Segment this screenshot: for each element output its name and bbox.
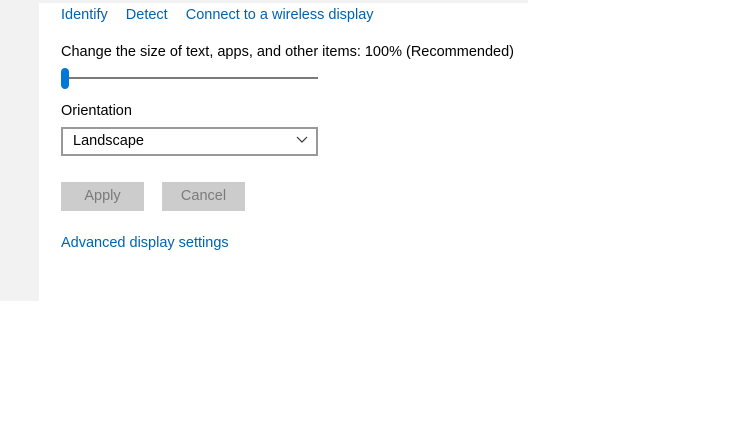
- cancel-button[interactable]: Cancel: [162, 182, 245, 211]
- scale-slider[interactable]: [61, 68, 318, 90]
- connect-wireless-display-link[interactable]: Connect to a wireless display: [186, 7, 374, 23]
- slider-thumb[interactable]: [61, 68, 69, 89]
- orientation-label: Orientation: [61, 103, 132, 119]
- slider-track: [61, 77, 318, 79]
- advanced-display-settings-link[interactable]: Advanced display settings: [61, 235, 229, 251]
- identify-link[interactable]: Identify: [61, 7, 108, 23]
- scale-label: Change the size of text, apps, and other…: [61, 44, 514, 60]
- detect-link[interactable]: Detect: [126, 7, 168, 23]
- chevron-down-icon: [296, 136, 308, 143]
- orientation-selected-value: Landscape: [73, 133, 144, 149]
- orientation-dropdown[interactable]: Landscape: [61, 127, 318, 156]
- apply-button[interactable]: Apply: [61, 182, 144, 211]
- display-actions: Identify Detect Connect to a wireless di…: [61, 7, 388, 23]
- settings-nav-pane: [0, 0, 39, 301]
- display-preview-area: [39, 0, 528, 3]
